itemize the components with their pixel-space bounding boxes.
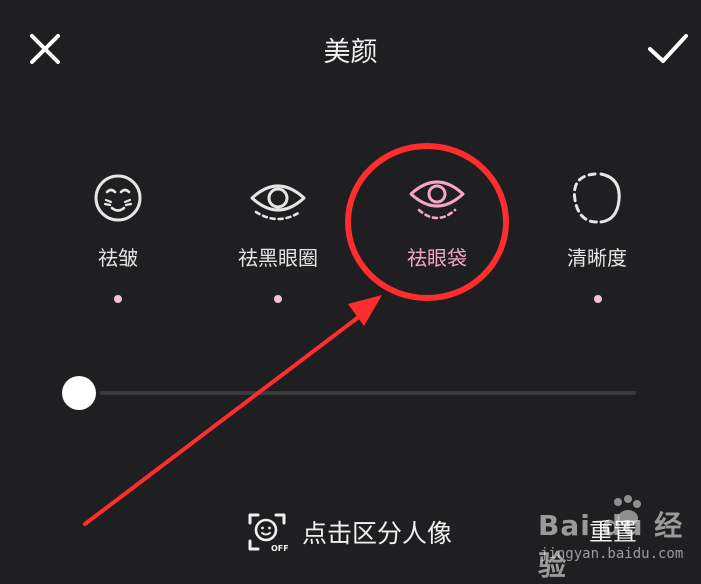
confirm-button[interactable] <box>644 28 692 70</box>
intensity-slider-track[interactable] <box>100 391 636 395</box>
new-indicator-dot <box>594 295 602 303</box>
face-detect-off-icon: OFF <box>248 513 288 553</box>
new-indicator-dot <box>114 295 122 303</box>
tool-label: 祛眼袋 <box>407 246 467 270</box>
tool-label: 清晰度 <box>567 246 627 270</box>
dark-circle-eye-icon <box>250 184 306 221</box>
watermark-url: jingyan.baidu.com <box>540 546 684 562</box>
check-icon <box>648 34 688 63</box>
tool-label: 祛黑眼圈 <box>238 246 318 270</box>
tool-label: 祛皱 <box>98 246 138 270</box>
segment-portrait-button[interactable]: OFF 点击区分人像 <box>246 510 452 554</box>
page-title: 美颜 <box>323 37 378 68</box>
new-indicator-dot <box>274 295 282 303</box>
annotation-arrow <box>83 314 362 526</box>
tool-eye-bag-removal[interactable]: 祛眼袋 <box>362 168 512 271</box>
tool-clarity[interactable]: 清晰度 <box>522 168 672 271</box>
top-bar: 美颜 <box>0 0 701 96</box>
annotation-arrowhead <box>348 295 382 326</box>
tool-wrinkle-removal[interactable]: 祛皱 <box>43 168 193 271</box>
tool-dark-circle-removal[interactable]: 祛黑眼圈 <box>203 168 353 271</box>
eye-bag-icon <box>409 180 465 220</box>
watermark-logo-text: Bai du 经验 <box>538 509 684 582</box>
wrinkle-face-icon <box>94 174 142 222</box>
segment-portrait-label: 点击区分人像 <box>302 519 453 548</box>
baidu-jingyan-watermark: Bai du 经验 jingyan.baidu.com <box>520 492 698 582</box>
clarity-icon <box>572 172 621 224</box>
intensity-slider-thumb[interactable] <box>62 376 96 410</box>
off-badge: OFF <box>271 544 288 553</box>
